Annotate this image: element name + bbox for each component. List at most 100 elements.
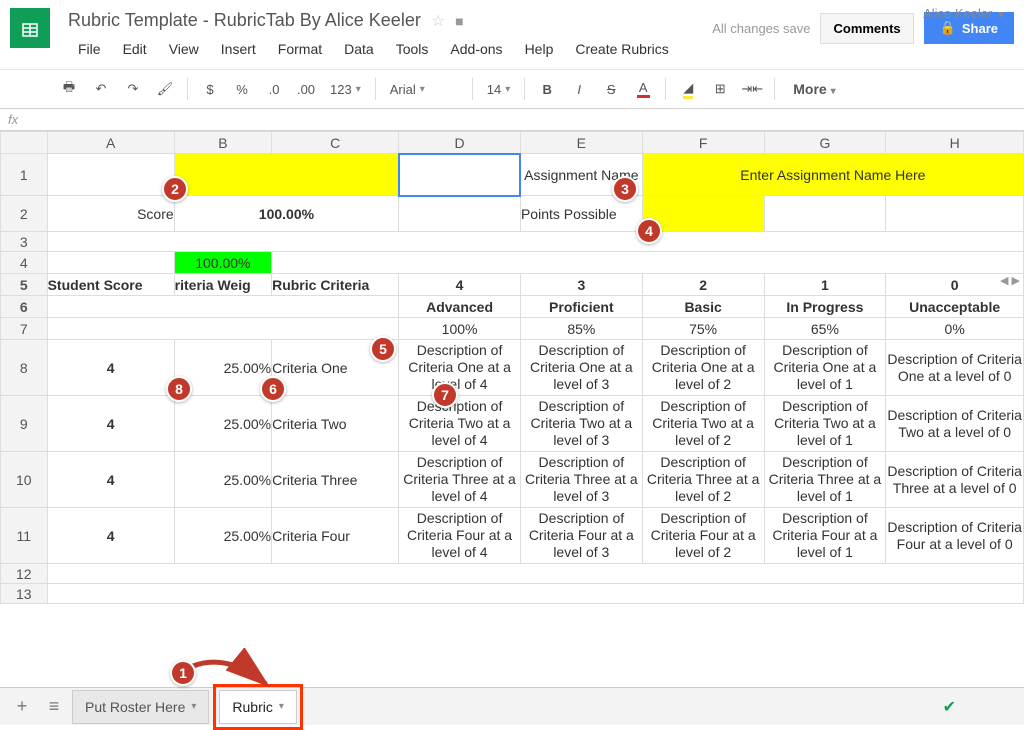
cell-desc-1[interactable]: Description of Criteria Three at a level…: [764, 452, 886, 508]
sheets-logo[interactable]: [10, 8, 50, 48]
cell-F6[interactable]: Basic: [642, 296, 764, 318]
row-header[interactable]: 12: [1, 564, 48, 584]
inc-decimal-icon[interactable]: .00: [292, 75, 320, 103]
scroll-right-icon[interactable]: ◀ ▶: [1000, 274, 1020, 287]
spreadsheet-grid[interactable]: ABCDEFGH 1 Assignment Name Enter Assignm…: [0, 131, 1024, 604]
menu-data[interactable]: Data: [334, 37, 384, 61]
add-sheet-button[interactable]: +: [8, 693, 36, 721]
cell-score[interactable]: 4: [47, 508, 174, 564]
cell-F5[interactable]: 2: [642, 274, 764, 296]
cell-desc-4[interactable]: Description of Criteria Four at a level …: [399, 508, 521, 564]
cell-B1-C1[interactable]: [174, 154, 399, 196]
cell-G5[interactable]: 1: [764, 274, 886, 296]
borders-button[interactable]: ⊞: [706, 75, 734, 103]
cell-desc-0[interactable]: Description of Criteria Two at a level o…: [886, 396, 1024, 452]
cell-B4[interactable]: 100.00%: [174, 252, 271, 274]
cell-score[interactable]: 4: [47, 452, 174, 508]
row-header[interactable]: 2: [1, 196, 48, 232]
cell-A4[interactable]: [47, 252, 174, 274]
cell-D2[interactable]: [399, 196, 521, 232]
cell-D1-selected[interactable]: [399, 154, 521, 196]
text-color-button[interactable]: A: [629, 75, 657, 103]
cell-G6[interactable]: In Progress: [764, 296, 886, 318]
menu-view[interactable]: View: [159, 37, 209, 61]
col-header-C[interactable]: C: [272, 132, 399, 154]
cell-desc-3[interactable]: Description of Criteria Two at a level o…: [520, 396, 642, 452]
cell-A1[interactable]: [47, 154, 174, 196]
cell-weight[interactable]: 25.00%: [174, 396, 271, 452]
cell-desc-1[interactable]: Description of Criteria One at a level o…: [764, 340, 886, 396]
col-header-B[interactable]: B: [174, 132, 271, 154]
more-button[interactable]: More ▾: [783, 81, 845, 97]
strike-button[interactable]: S: [597, 75, 625, 103]
cell-desc-4[interactable]: Description of Criteria Two at a level o…: [399, 396, 521, 452]
row-header[interactable]: 4: [1, 252, 48, 274]
format-select[interactable]: 123 ▾: [324, 75, 367, 103]
row-header[interactable]: 8: [1, 340, 48, 396]
cell-desc-0[interactable]: Description of Criteria Four at a level …: [886, 508, 1024, 564]
cell-row3[interactable]: [47, 232, 1023, 252]
comments-button[interactable]: Comments: [820, 13, 913, 44]
menu-edit[interactable]: Edit: [113, 37, 157, 61]
cell-criteria-name[interactable]: Criteria Four: [272, 508, 399, 564]
menu-tools[interactable]: Tools: [386, 37, 439, 61]
percent-icon[interactable]: %: [228, 75, 256, 103]
account-chevron-icon[interactable]: ▼: [996, 10, 1006, 21]
account-name[interactable]: Alice Keeler: [923, 6, 992, 21]
bold-button[interactable]: B: [533, 75, 561, 103]
merge-button[interactable]: ⇥⇤: [738, 75, 766, 103]
cell-E5[interactable]: 3: [520, 274, 642, 296]
cell-score[interactable]: 4: [47, 396, 174, 452]
cell-desc-2[interactable]: Description of Criteria Two at a level o…: [642, 396, 764, 452]
cell-desc-2[interactable]: Description of Criteria Four at a level …: [642, 508, 764, 564]
all-sheets-button[interactable]: ≡: [40, 693, 68, 721]
menu-help[interactable]: Help: [515, 37, 564, 61]
print-icon[interactable]: 🖶: [55, 75, 83, 103]
cell-weight[interactable]: 25.00%: [174, 508, 271, 564]
col-header-D[interactable]: D: [399, 132, 521, 154]
menu-create-rubrics[interactable]: Create Rubrics: [565, 37, 678, 61]
cell-desc-3[interactable]: Description of Criteria Four at a level …: [520, 508, 642, 564]
cell-rest4[interactable]: [272, 252, 1024, 274]
cell-desc-0[interactable]: Description of Criteria One at a level o…: [886, 340, 1024, 396]
cell-A6-C6[interactable]: [47, 296, 399, 318]
cell-desc-3[interactable]: Description of Criteria One at a level o…: [520, 340, 642, 396]
menu-file[interactable]: File: [68, 37, 111, 61]
menu-insert[interactable]: Insert: [211, 37, 266, 61]
menu-add-ons[interactable]: Add-ons: [440, 37, 512, 61]
cell-A7-C7[interactable]: [47, 318, 399, 340]
star-icon[interactable]: ☆: [431, 11, 445, 31]
cell-D5[interactable]: 4: [399, 274, 521, 296]
cell-D6[interactable]: Advanced: [399, 296, 521, 318]
document-title[interactable]: Rubric Template - RubricTab By Alice Kee…: [68, 10, 421, 31]
paint-format-icon[interactable]: 🖌: [151, 75, 179, 103]
row-header[interactable]: 3: [1, 232, 48, 252]
cell-desc-2[interactable]: Description of Criteria One at a level o…: [642, 340, 764, 396]
cell-desc-0[interactable]: Description of Criteria Three at a level…: [886, 452, 1024, 508]
row-header[interactable]: 9: [1, 396, 48, 452]
cell-G2[interactable]: [764, 196, 886, 232]
col-header-E[interactable]: E: [520, 132, 642, 154]
row-header[interactable]: 5: [1, 274, 48, 296]
col-header-G[interactable]: G: [764, 132, 886, 154]
cell-B2-C2[interactable]: 100.00%: [174, 196, 399, 232]
cell-desc-1[interactable]: Description of Criteria Two at a level o…: [764, 396, 886, 452]
cell-E6[interactable]: Proficient: [520, 296, 642, 318]
cell-desc-1[interactable]: Description of Criteria Four at a level …: [764, 508, 886, 564]
cell-desc-2[interactable]: Description of Criteria Three at a level…: [642, 452, 764, 508]
dec-decimal-icon[interactable]: .0: [260, 75, 288, 103]
cell-E7[interactable]: 85%: [520, 318, 642, 340]
fill-color-button[interactable]: ◢: [674, 75, 702, 103]
cell-criteria-name[interactable]: Criteria Three: [272, 452, 399, 508]
cell-desc-3[interactable]: Description of Criteria Three at a level…: [520, 452, 642, 508]
italic-button[interactable]: I: [565, 75, 593, 103]
row-header[interactable]: 13: [1, 584, 48, 604]
cell-score[interactable]: 4: [47, 340, 174, 396]
row-header[interactable]: 10: [1, 452, 48, 508]
col-header-H[interactable]: H: [886, 132, 1024, 154]
cell-weight[interactable]: 25.00%: [174, 452, 271, 508]
cell-desc-4[interactable]: Description of Criteria Three at a level…: [399, 452, 521, 508]
cell-A2[interactable]: Score: [47, 196, 174, 232]
font-size-select[interactable]: 14 ▾: [481, 75, 517, 103]
col-header-A[interactable]: A: [47, 132, 174, 154]
